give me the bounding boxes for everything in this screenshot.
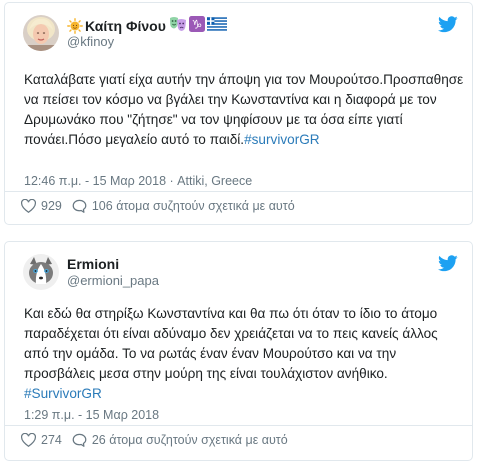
author-handle[interactable]: @kfinoy: [67, 34, 114, 50]
comment-bubble-icon: [72, 199, 87, 213]
heart-icon: [21, 433, 36, 447]
divider: [5, 191, 472, 192]
conversation-count: 26 άτομα συζητούν σχετικά με αυτό: [91, 433, 288, 447]
divider: [5, 425, 472, 426]
tweet-actions: 274 26 άτομα συζητούν σχετικά με αυτό: [21, 433, 288, 447]
like-count: 274: [41, 433, 62, 447]
location-link[interactable]: Attiki, Greece: [177, 174, 252, 188]
author-name-row[interactable]: Ermioni: [67, 255, 119, 273]
tweet-body: Και εδώ θα στηρίξω Κωνσταντίνα και θα πω…: [24, 306, 438, 381]
conversation-action[interactable]: 26 άτομα συζητούν σχετικά με αυτό: [72, 433, 288, 447]
like-count: 929: [41, 199, 62, 213]
conversation-count: 106 άτομα συζητούν σχετικά με αυτό: [91, 199, 295, 213]
author-name-row[interactable]: Καίτη Φίνου ♑: [67, 16, 227, 36]
avatar[interactable]: [23, 15, 59, 51]
tweet-text: Και εδώ θα στηρίξω Κωνσταντίνα και θα πω…: [24, 304, 464, 404]
display-name[interactable]: Ermioni: [67, 255, 119, 273]
sun-emoji-icon: [67, 18, 83, 34]
capricorn-emoji-icon: ♑: [188, 16, 205, 36]
svg-text:♑: ♑: [191, 18, 202, 32]
tweet-metadata: 1:29 π.μ. - 15 Μαρ 2018: [24, 407, 159, 423]
timestamp-link[interactable]: 1:29 π.μ. - 15 Μαρ 2018: [24, 408, 159, 422]
hashtag-link[interactable]: #SurvivorGR: [24, 386, 102, 401]
tweet-card[interactable]: Καίτη Φίνου ♑ @kfinoy Καταλάβατε γιατί ε…: [4, 2, 473, 225]
heart-icon: [21, 199, 36, 213]
twitter-bird-icon[interactable]: [438, 16, 458, 33]
comment-bubble-icon: [72, 433, 87, 447]
tweet-card[interactable]: Ermioni @ermioni_papa Και εδώ θα στηρίξω…: [4, 241, 473, 461]
tweet-text: Καταλάβατε γιατί είχα αυτήν την άποψη γι…: [24, 70, 464, 150]
author-handle[interactable]: @ermioni_papa: [67, 273, 159, 289]
tweet-metadata: 12:46 π.μ. - 15 Μαρ 2018 · Attiki, Greec…: [24, 173, 252, 189]
tweet-actions: 929 106 άτομα συζητούν σχετικά με αυτό: [21, 199, 295, 213]
display-name[interactable]: Καίτη Φίνου: [85, 17, 166, 35]
greek-flag-emoji-icon: [206, 17, 227, 35]
theater-masks-emoji-icon: [169, 16, 187, 36]
meta-separator: ·: [166, 174, 178, 188]
like-action[interactable]: 274: [21, 433, 62, 447]
like-action[interactable]: 929: [21, 199, 62, 213]
timestamp-link[interactable]: 12:46 π.μ. - 15 Μαρ 2018: [24, 174, 166, 188]
hashtag-link[interactable]: #survivorGR: [244, 132, 320, 147]
conversation-action[interactable]: 106 άτομα συζητούν σχετικά με αυτό: [72, 199, 295, 213]
avatar[interactable]: [23, 254, 59, 290]
twitter-bird-icon[interactable]: [438, 255, 458, 272]
